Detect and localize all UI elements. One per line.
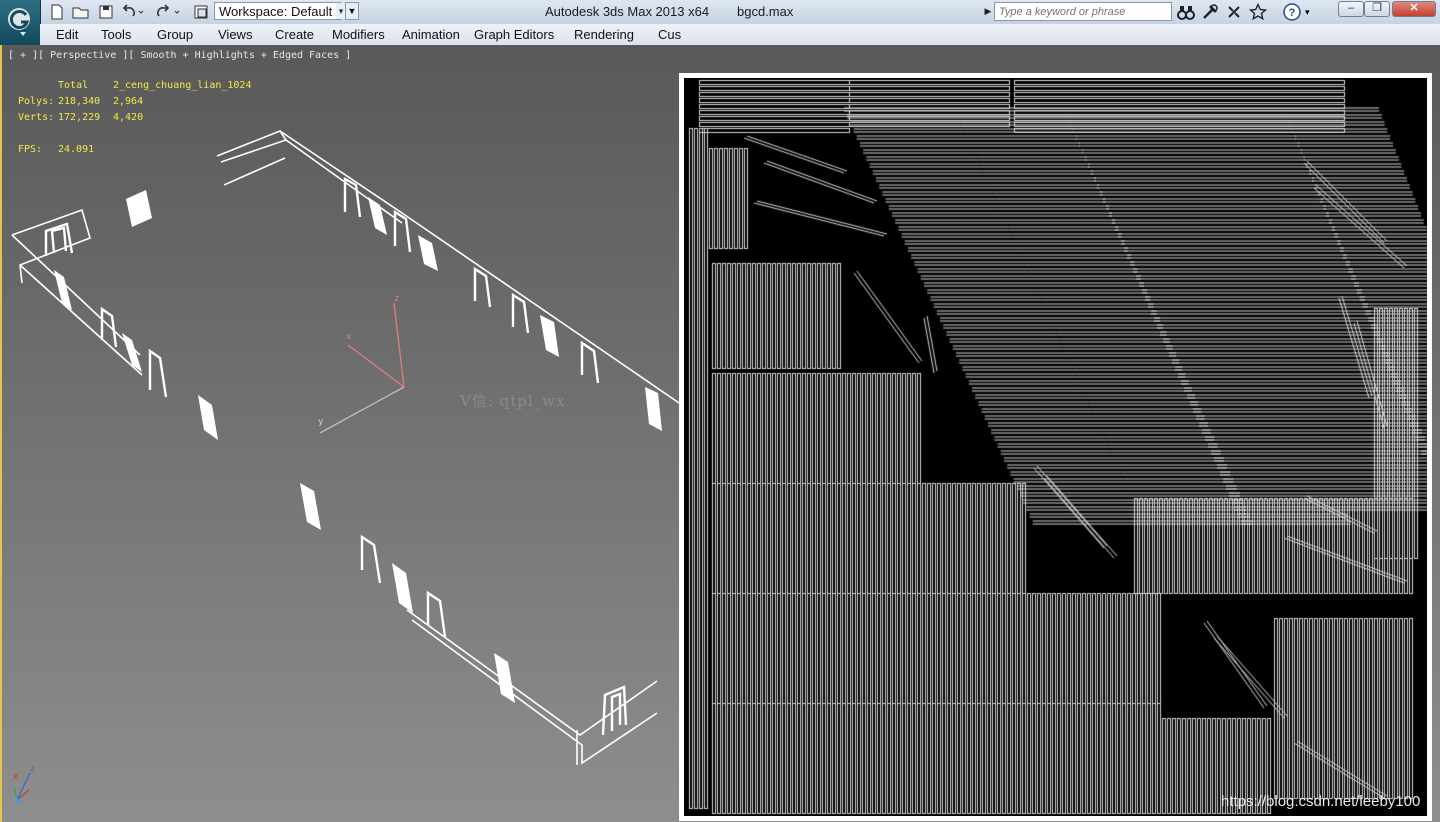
stats-polys-label: Polys: (18, 96, 55, 107)
stats-object-header: 2_ceng_chuang_lian_1024 (113, 80, 252, 91)
menu-graph-editors[interactable]: Graph Editors (474, 27, 554, 42)
workspace-select[interactable]: Workspace: Default (214, 2, 342, 20)
menu-create[interactable]: Create (275, 27, 314, 42)
wall-outlines (11, 130, 683, 765)
app-title: Autodesk 3ds Max 2013 x64 (545, 4, 710, 19)
menu-bar: Edit Tools Group Views Create Modifiers … (40, 24, 1440, 46)
binoculars-icon[interactable] (1177, 3, 1195, 21)
gizmo-x-label: x (346, 332, 352, 342)
menu-rendering[interactable]: Rendering (574, 27, 634, 42)
open-file-icon[interactable] (71, 3, 91, 21)
svg-text:?: ? (1289, 7, 1296, 19)
project-folder-icon[interactable] (192, 3, 212, 21)
credit-watermark: https://blog.csdn.net/leeby100 (1221, 793, 1421, 810)
menu-group[interactable]: Group (157, 27, 193, 42)
file-title: bgcd.max (737, 4, 794, 19)
stats-fps-value: 24.091 (58, 144, 95, 155)
gizmo-z-label: z (394, 294, 400, 304)
transform-gizmo (319, 302, 405, 434)
help-dropdown-icon[interactable]: ▾ (1305, 3, 1323, 21)
menu-edit[interactable]: Edit (56, 27, 78, 42)
menu-modifiers[interactable]: Modifiers (332, 27, 385, 42)
window-panels (54, 190, 662, 703)
stats-fps-label: FPS: (18, 144, 43, 155)
search-expand-icon[interactable]: ▶ (982, 2, 994, 21)
gizmo-y-label: y (318, 417, 324, 427)
search-input[interactable] (994, 2, 1172, 21)
perspective-viewport[interactable]: [ + ][ Perspective ][ Smooth + Highlight… (0, 45, 1440, 822)
close-icon[interactable]: ✕ (1392, 1, 1436, 17)
menu-tools[interactable]: Tools (101, 27, 131, 42)
render-frame-window[interactable] (679, 73, 1432, 821)
render-output-image (684, 78, 1427, 816)
redo-icon[interactable] (156, 3, 180, 21)
menu-customize[interactable]: Cus (658, 27, 681, 42)
axis-z-label: z (30, 764, 36, 774)
minimize-icon[interactable]: – (1338, 1, 1364, 17)
subscription-icon[interactable] (1201, 3, 1219, 21)
menu-animation[interactable]: Animation (402, 27, 460, 42)
stats-polys-object: 2,964 (113, 96, 144, 107)
stats-total-header: Total (58, 80, 89, 91)
stats-verts-total: 172,229 (58, 112, 101, 123)
stats-verts-label: Verts: (18, 112, 55, 123)
viewport-label[interactable]: [ + ][ Perspective ][ Smooth + Highlight… (8, 50, 351, 61)
undo-icon[interactable] (120, 3, 144, 21)
communication-icon[interactable] (1225, 3, 1243, 21)
workspace-menu-button[interactable]: ▼ (345, 2, 359, 20)
stats-polys-total: 218,340 (58, 96, 101, 107)
watermark: V信: qtpl_wx (460, 392, 566, 410)
menu-views[interactable]: Views (218, 27, 252, 42)
favorites-icon[interactable] (1248, 2, 1268, 21)
save-icon[interactable] (97, 3, 115, 21)
app-logo-icon[interactable] (0, 0, 41, 45)
restore-icon[interactable]: ❐ (1364, 1, 1390, 17)
door-frames (44, 176, 628, 736)
stats-verts-object: 4,420 (113, 112, 144, 123)
title-bar: Workspace: Default ▾ ▼ Autodesk 3ds Max … (0, 0, 1440, 25)
new-file-icon[interactable] (48, 3, 66, 21)
axis-x-label: x (13, 772, 19, 782)
help-icon[interactable]: ? (1283, 3, 1301, 21)
